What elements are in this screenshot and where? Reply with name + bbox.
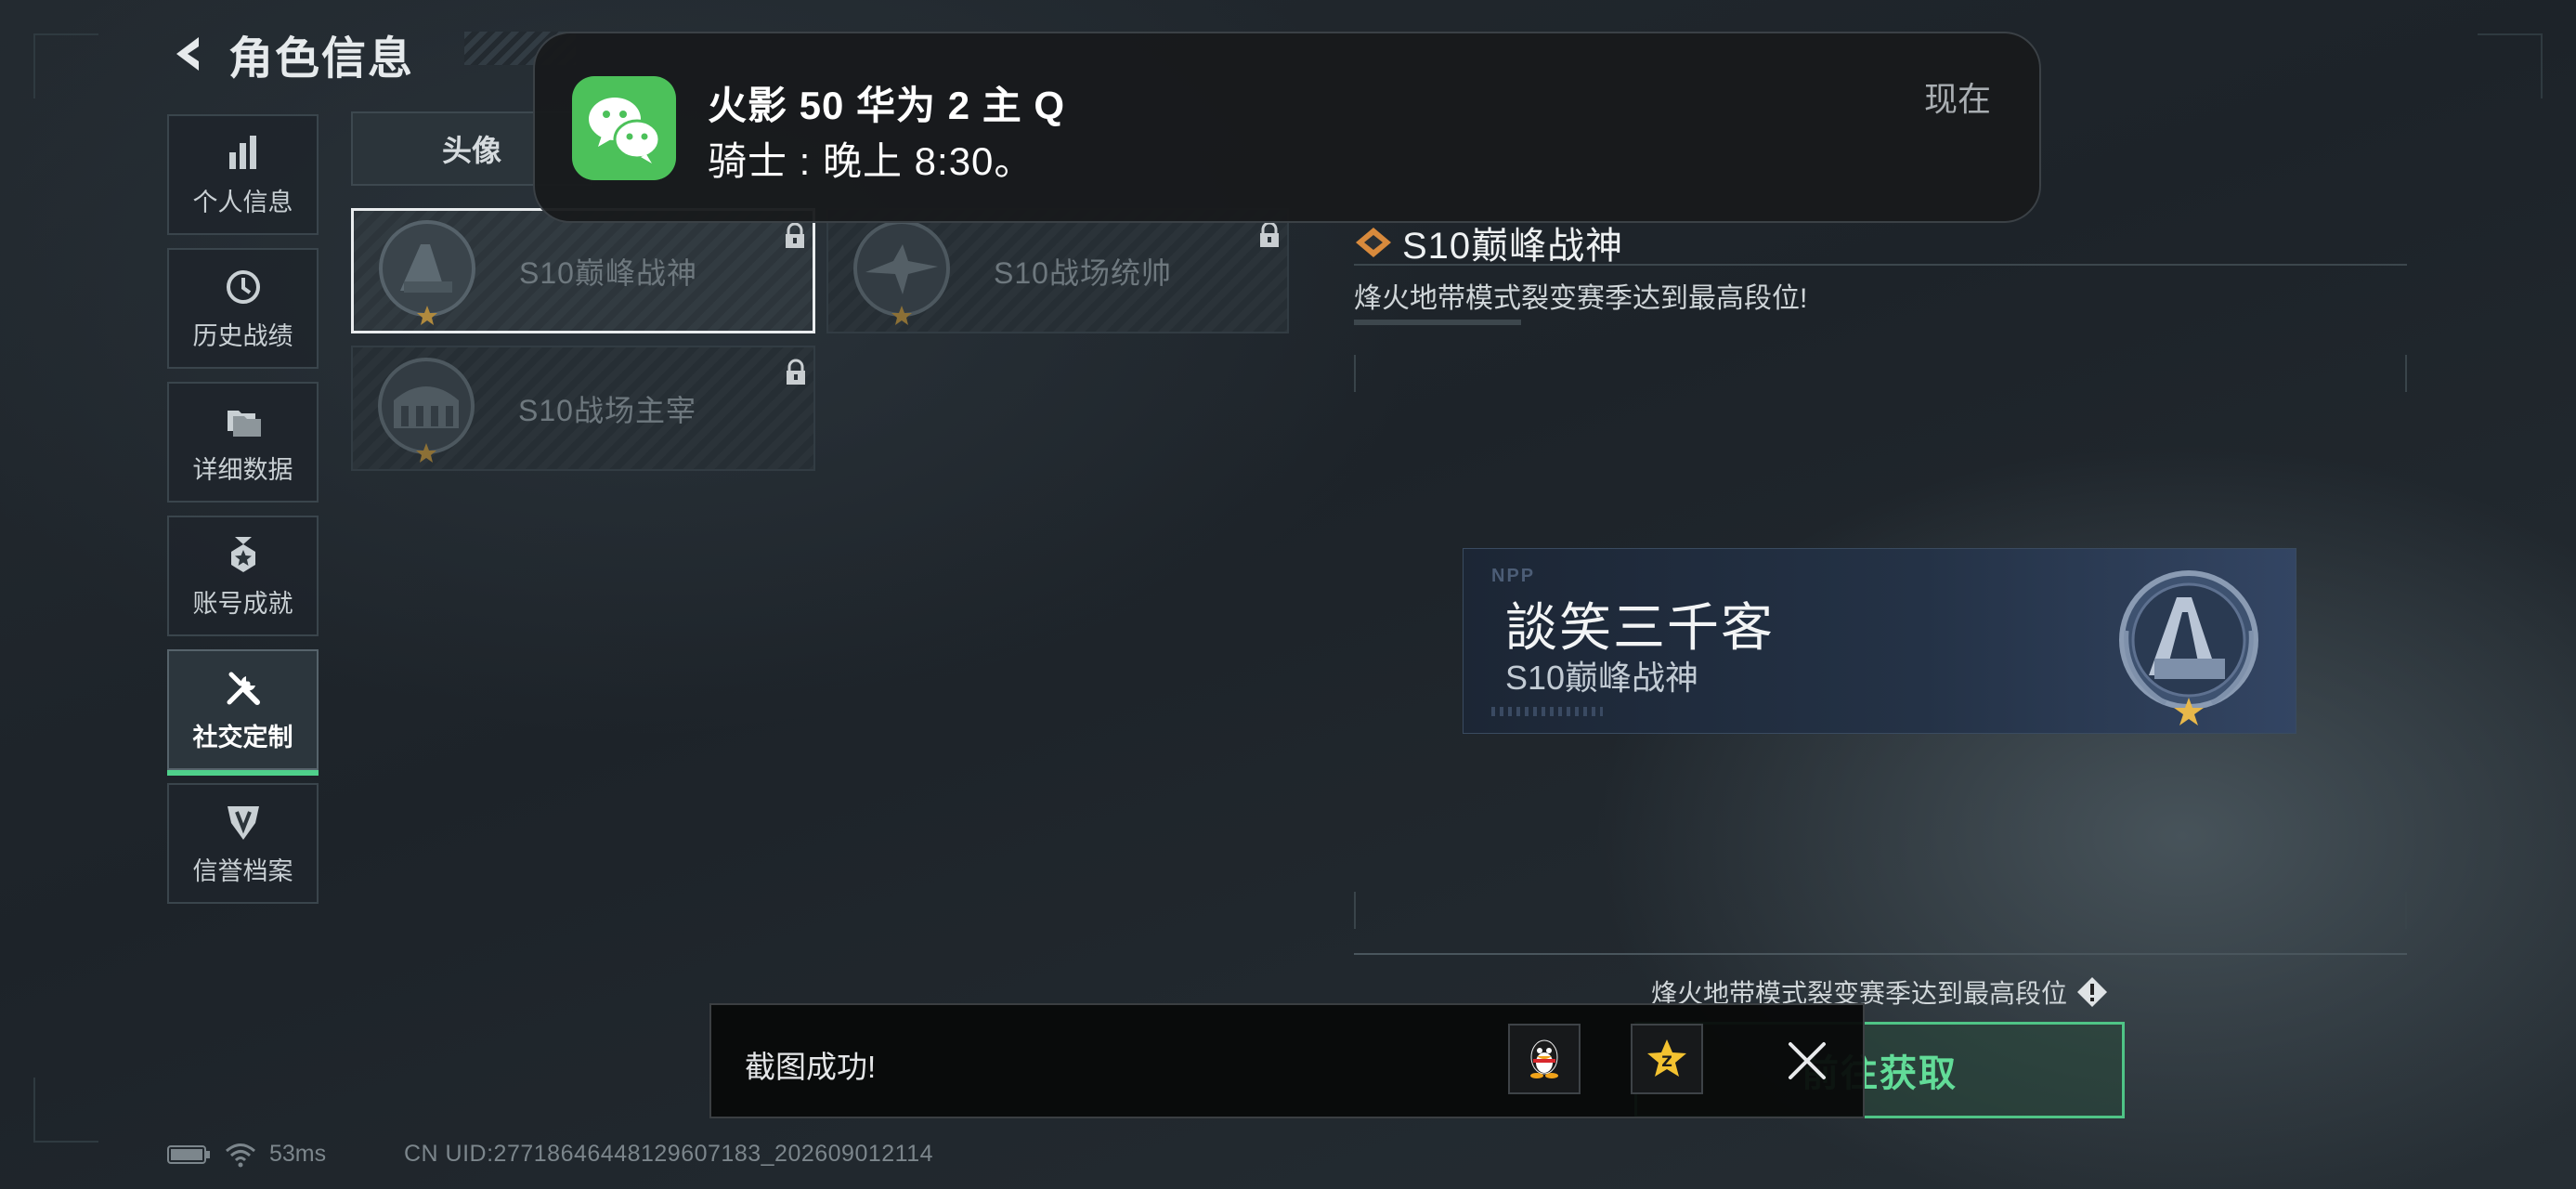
- card-label: S10巅峰战神: [519, 255, 697, 290]
- sidebar-item-label: 个人信息: [192, 188, 293, 216]
- notification-time: 现在: [1923, 80, 1991, 118]
- divider: [1354, 264, 2407, 266]
- sidebar-item-history[interactable]: 历史战绩: [167, 248, 319, 369]
- corner-decoration: [33, 33, 98, 98]
- lock-icon: [787, 359, 805, 385]
- user-uid: CN UID:27718646448129607183_202609012114: [404, 1141, 934, 1167]
- frame-line: [1354, 355, 1356, 392]
- notification-body: 骑士 : 晚上 8:30。: [708, 139, 1034, 183]
- bar-chart-icon: [228, 135, 256, 169]
- sidebar-item-label: 历史战绩: [192, 321, 293, 350]
- credit-shield-icon: [227, 805, 259, 840]
- frame-line: [2405, 355, 2407, 392]
- sidebar-item-achievements[interactable]: 账号成就: [167, 516, 319, 636]
- title-card[interactable]: S10巅峰战神: [351, 208, 815, 333]
- svg-text:Z: Z: [1661, 1052, 1672, 1070]
- nameplate-decoration: [1491, 707, 1603, 716]
- frame-line: [2405, 892, 2407, 929]
- medal-icon: [230, 536, 255, 572]
- status-bar: 53ms: [167, 1141, 326, 1168]
- nameplate-logo: NPP: [1491, 566, 1536, 586]
- notification-title: 火影 50 华为 2 主 Q: [708, 84, 1066, 127]
- frame-line: [1354, 892, 1356, 929]
- nameplate-preview: NPP 談笑三千客 S10巅峰战神: [1463, 548, 2296, 734]
- card-label: S10战场主宰: [518, 393, 696, 427]
- sidebar-item-label: 详细数据: [192, 455, 293, 484]
- card-label: S10战场统帅: [994, 255, 1172, 290]
- divider: [1354, 953, 2407, 955]
- share-zone-button[interactable]: Z: [1631, 1024, 1703, 1094]
- ping-value: 53ms: [269, 1141, 327, 1167]
- sidebar-item-personal-info[interactable]: 个人信息: [167, 114, 319, 235]
- sidebar-item-social-custom[interactable]: 社交定制: [167, 649, 319, 776]
- detail-description: 烽火地带模式裂变赛季达到最高段位!: [1354, 283, 1808, 314]
- diamond-emblem-icon: [1356, 228, 1391, 257]
- tools-icon: [227, 672, 260, 705]
- wechat-notification[interactable]: 火影 50 华为 2 主 Q 骑士 : 晚上 8:30。 现在: [533, 32, 2041, 223]
- folders-icon: [227, 410, 261, 437]
- qq-penguin-icon: [1530, 1039, 1558, 1078]
- peak-badge-icon: [379, 219, 475, 325]
- title-card[interactable]: S10战场主宰: [351, 346, 815, 471]
- nameplate-player-name: 談笑三千客: [1505, 598, 1775, 657]
- close-icon[interactable]: [1779, 1033, 1835, 1089]
- page-header: 角色信息: [167, 26, 414, 84]
- dominator-badge-icon: [378, 357, 475, 463]
- info-diamond-icon[interactable]: [2076, 976, 2108, 1008]
- sidebar: 个人信息 历史战绩 详细数据 账号成就 社交定制 信誉档案: [167, 114, 319, 917]
- qzone-star-icon: Z: [1647, 1039, 1686, 1077]
- sidebar-item-detailed-data[interactable]: 详细数据: [167, 382, 319, 503]
- sidebar-item-label: 信誉档案: [192, 856, 293, 885]
- commander-badge-icon: [853, 219, 950, 325]
- detail-title-row: S10巅峰战神: [1354, 216, 1623, 269]
- wechat-icon: [572, 76, 676, 180]
- sidebar-item-label: 账号成就: [192, 589, 293, 618]
- nameplate-title: S10巅峰战神: [1505, 659, 1699, 697]
- history-clock-icon: [226, 269, 260, 304]
- lock-icon: [1260, 221, 1279, 247]
- corner-decoration: [2478, 33, 2543, 98]
- battery-icon: [167, 1144, 210, 1164]
- detail-accent-bar: [1354, 320, 1521, 325]
- sidebar-item-label: 社交定制: [192, 723, 293, 751]
- toast-message: 截图成功!: [745, 1050, 877, 1084]
- corner-decoration: [33, 1078, 98, 1143]
- title-card[interactable]: S10战场统帅: [826, 208, 1289, 333]
- page-title: 角色信息: [228, 34, 415, 84]
- lock-icon: [786, 222, 804, 248]
- back-arrow-icon[interactable]: [167, 32, 212, 76]
- peak-badge-icon: [2119, 570, 2258, 725]
- wifi-icon: [226, 1143, 255, 1167]
- share-qq-button[interactable]: [1508, 1024, 1581, 1094]
- detail-title: S10巅峰战神: [1402, 226, 1624, 267]
- screenshot-toast: 截图成功! Z: [709, 1003, 1865, 1118]
- sidebar-item-credit-profile[interactable]: 信誉档案: [167, 783, 319, 904]
